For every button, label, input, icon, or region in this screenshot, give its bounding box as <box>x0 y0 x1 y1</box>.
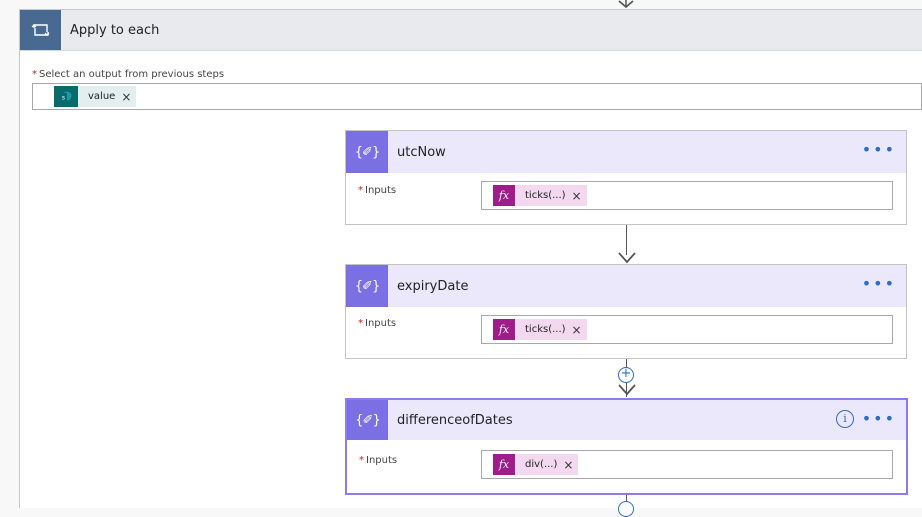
inputs-label: * Inputs <box>358 185 396 196</box>
card-expirydate[interactable]: {✐} expiryDate ••• * Inputs fx ticks(...)… <box>345 264 907 359</box>
inputs-field[interactable]: fx ticks(...) × <box>481 181 893 210</box>
expression-token-label: ticks(...) <box>525 324 566 335</box>
value-token[interactable]: s value × <box>54 86 137 107</box>
more-options-icon[interactable]: ••• <box>862 276 896 292</box>
card-expirydate-title: expiryDate <box>397 279 469 294</box>
inputs-label: * Inputs <box>359 455 397 466</box>
apply-to-each-title: Apply to each <box>70 23 160 38</box>
expression-token[interactable]: fx ticks(...) × <box>493 319 587 340</box>
card-utcnow-title: utcNow <box>397 145 446 160</box>
add-step-plus-icon[interactable] <box>618 501 634 517</box>
card-differenceofdates-header[interactable]: {✐} differenceofDates i ••• <box>347 400 906 440</box>
required-marker: * <box>358 185 363 196</box>
remove-token-close-icon[interactable]: × <box>572 323 587 337</box>
arrow-down-icon <box>618 384 636 396</box>
expression-token-label: div(...) <box>525 459 558 470</box>
required-marker: * <box>32 69 37 80</box>
inputs-label-text: Inputs <box>365 185 397 196</box>
required-marker: * <box>358 318 363 329</box>
fx-icon: fx <box>493 454 515 475</box>
remove-token-close-icon[interactable]: × <box>563 458 578 472</box>
expression-token[interactable]: fx ticks(...) × <box>493 185 587 206</box>
select-output-field[interactable]: s value × <box>32 83 922 110</box>
remove-token-close-icon[interactable]: × <box>121 90 136 104</box>
more-options-icon[interactable]: ••• <box>862 411 896 427</box>
connector-line <box>626 225 627 255</box>
compose-icon: {✐} <box>346 131 388 173</box>
expression-token-label: ticks(...) <box>525 190 566 201</box>
card-expirydate-header[interactable]: {✐} expiryDate ••• <box>346 265 906 307</box>
select-output-label-text: Select an output from previous steps <box>39 69 225 80</box>
remove-token-close-icon[interactable]: × <box>572 189 587 203</box>
more-options-icon[interactable]: ••• <box>862 142 896 158</box>
fx-icon: fx <box>493 185 515 206</box>
apply-to-each-header[interactable]: Apply to each <box>20 10 922 51</box>
expression-token[interactable]: fx div(...) × <box>493 454 579 475</box>
required-marker: * <box>359 455 364 466</box>
value-token-label: value <box>88 91 116 102</box>
inputs-label-text: Inputs <box>366 455 398 466</box>
inputs-label-text: Inputs <box>365 318 397 329</box>
inputs-field[interactable]: fx div(...) × <box>481 450 893 479</box>
card-utcnow[interactable]: {✐} utcNow ••• * Inputs fx ticks(...) × <box>345 130 907 225</box>
info-icon[interactable]: i <box>836 410 854 428</box>
add-step-plus-icon[interactable]: + <box>618 367 634 383</box>
fx-icon: fx <box>493 319 515 340</box>
sharepoint-icon: s <box>54 86 78 107</box>
card-differenceofdates-title: differenceofDates <box>397 413 513 428</box>
inputs-label: * Inputs <box>358 318 396 329</box>
inputs-field[interactable]: fx ticks(...) × <box>481 315 893 344</box>
compose-icon: {✐} <box>346 265 388 307</box>
card-utcnow-header[interactable]: {✐} utcNow ••• <box>346 131 906 173</box>
select-output-label: * Select an output from previous steps <box>32 69 224 80</box>
arrow-down-icon <box>618 252 636 264</box>
compose-icon: {✐} <box>347 400 388 440</box>
loop-icon <box>20 10 61 50</box>
card-differenceofdates[interactable]: {✐} differenceofDates i ••• * Inputs fx d… <box>345 398 908 495</box>
sharepoint-letter: s <box>62 94 65 101</box>
